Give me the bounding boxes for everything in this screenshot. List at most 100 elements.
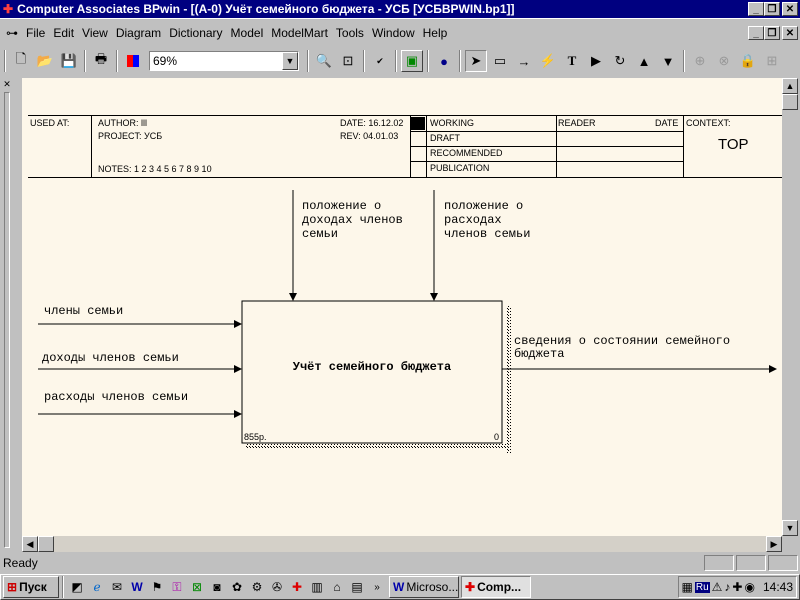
chevron-down-icon[interactable]: ▼ [282, 52, 298, 70]
scroll-right-icon[interactable]: ▶ [766, 536, 782, 552]
text-tool-icon[interactable]: T [561, 50, 583, 72]
rotate-icon[interactable]: ↻ [609, 50, 631, 72]
menu-bar: ⊶ File Edit View Diagram Dictionary Mode… [0, 22, 800, 44]
word-icon[interactable]: W [127, 577, 147, 597]
squiggle-tool-icon[interactable]: ⚡ [537, 50, 559, 72]
language-indicator[interactable]: Ru [694, 581, 710, 593]
scroll-up-icon[interactable]: ▲ [782, 78, 798, 94]
outlook-icon[interactable]: ✉ [107, 577, 127, 597]
menu-help[interactable]: Help [419, 26, 452, 40]
color-icon[interactable] [122, 50, 144, 72]
doc-minimize-button[interactable]: _ [748, 26, 764, 40]
app-icon-10[interactable]: ⚙ [247, 577, 267, 597]
menu-file[interactable]: File [22, 26, 49, 40]
access-icon[interactable]: ⚿ [167, 577, 187, 597]
open-icon[interactable]: 📂 [34, 50, 56, 72]
restore-button[interactable]: ❐ [764, 2, 780, 16]
clock: 14:43 [762, 580, 793, 594]
zoom-icon[interactable]: 🔍 [313, 50, 335, 72]
app-icon-15[interactable]: ▤ [347, 577, 367, 597]
tray-icon-5[interactable]: ◉ [744, 580, 754, 594]
document-icon[interactable]: ⊶ [6, 26, 18, 40]
app-icon-5[interactable]: ⚑ [147, 577, 167, 597]
menu-model[interactable]: Model [227, 26, 268, 40]
vertical-scroll-thumb[interactable] [782, 94, 798, 110]
activity-title: Учёт семейного бюджета [293, 359, 451, 374]
go-down-icon[interactable]: ▼ [657, 50, 679, 72]
tray-icon-1[interactable]: ▦ [682, 580, 693, 594]
window-title: Computer Associates BPwin - [(A-0) Учёт … [17, 2, 515, 16]
print-icon[interactable]: 🖶 [90, 50, 112, 72]
menu-diagram[interactable]: Diagram [112, 26, 165, 40]
box-shadow-bottom [246, 444, 511, 449]
control-1-label-line1: положение о [302, 199, 381, 213]
doc-restore-button[interactable]: ❐ [764, 26, 780, 40]
scroll-down-icon[interactable]: ▼ [782, 520, 798, 536]
minimize-button[interactable]: _ [748, 2, 764, 16]
output-label-line1: сведения о состоянии семейного [514, 334, 730, 348]
new-icon[interactable]: 🗋 [10, 50, 32, 72]
doc-close-button[interactable]: ✕ [782, 26, 798, 40]
app-icon[interactable]: ✚ [3, 2, 13, 16]
more-icon[interactable]: » [367, 577, 387, 597]
menu-dictionary[interactable]: Dictionary [165, 26, 226, 40]
bpwin-task-icon: ✚ [465, 580, 476, 594]
close-button[interactable]: ✕ [782, 2, 798, 16]
horizontal-scroll-thumb[interactable] [38, 536, 54, 552]
panel-close-icon[interactable]: ✕ [1, 78, 13, 90]
zoom-value: 69% [153, 54, 178, 68]
app-icon-8[interactable]: ◙ [207, 577, 227, 597]
tray-icon-3[interactable]: ♪ [724, 580, 730, 594]
status-pane-1 [704, 555, 734, 571]
zoom-select[interactable]: 69% ▼ [149, 51, 299, 71]
input-3-label: расходы членов семьи [44, 390, 188, 404]
scroll-corner [782, 536, 798, 552]
menu-tools[interactable]: Tools [332, 26, 368, 40]
start-button[interactable]: ⊞ Пуск [3, 576, 59, 598]
menu-edit[interactable]: Edit [49, 26, 78, 40]
diagram-canvas[interactable]: USED AT: AUTHOR: lll PROJECT: УСБ DATE: … [22, 78, 782, 536]
menu-view[interactable]: View [78, 26, 112, 40]
box-tool-icon[interactable]: ▭ [489, 50, 511, 72]
go-parent-icon[interactable]: ▲ [633, 50, 655, 72]
save-icon[interactable]: 💾 [58, 50, 80, 72]
input-arrow-3-head [234, 410, 242, 418]
system-tray: ▦ Ru ⚠ ♪ ✚ ◉ 14:43 [677, 576, 797, 598]
model-explorer-icon[interactable]: ▣ [401, 50, 423, 72]
lock-icon[interactable]: 🔒 [737, 50, 759, 72]
toolbar: 🗋 📂 💾 🖶 69% ▼ 🔍 ⊡ ✔ ▣ ● ➤ ▭ → ⚡ T ▶ ↻ ▲ … [0, 47, 800, 75]
arrow-tool-icon[interactable]: → [513, 50, 535, 72]
input-1-label: члены семьи [44, 304, 123, 318]
task-bpwin[interactable]: ✚ Comp... [461, 576, 531, 598]
mm-add-icon[interactable]: ⊕ [689, 50, 711, 72]
app-icon-14[interactable]: ⌂ [327, 577, 347, 597]
spellcheck-icon[interactable]: ✔ [369, 50, 391, 72]
task-word[interactable]: W Microso... [389, 576, 459, 598]
scroll-left-icon[interactable]: ◀ [22, 536, 38, 552]
excel-icon[interactable]: ⊠ [187, 577, 207, 597]
app-icon-13[interactable]: ▥ [307, 577, 327, 597]
idef0-diagram: Учёт семейного бюджета 855р. 0 положение… [38, 190, 777, 453]
control-arrow-2-head [430, 293, 438, 301]
taskbar: ⊞ Пуск ◩ ℯ ✉ W ⚑ ⚿ ⊠ ◙ ✿ ⚙ ✇ ✚ ▥ ⌂ ▤ » W… [0, 574, 800, 600]
tray-icon-2[interactable]: ⚠ [712, 580, 723, 594]
modelmart-icon[interactable]: ● [433, 50, 455, 72]
app-icon-9[interactable]: ✿ [227, 577, 247, 597]
title-bar: ✚ Computer Associates BPwin - [(A-0) Учё… [0, 0, 800, 18]
bpwin-icon[interactable]: ✚ [287, 577, 307, 597]
vertical-scrollbar[interactable]: ▲ ▼ [782, 78, 798, 536]
horizontal-scrollbar[interactable]: ◀ ▶ [22, 536, 782, 552]
ie-icon[interactable]: ℯ [87, 577, 107, 597]
mm-icon[interactable]: ⊞ [761, 50, 783, 72]
activity-number: 0 [494, 432, 499, 442]
go-child-icon[interactable]: ▶ [585, 50, 607, 72]
pointer-tool-icon[interactable]: ➤ [465, 50, 487, 72]
tray-icon-4[interactable]: ✚ [732, 580, 742, 594]
app-icon-11[interactable]: ✇ [267, 577, 287, 597]
desktop-icon[interactable]: ◩ [67, 577, 87, 597]
menu-window[interactable]: Window [368, 26, 419, 40]
mm-sync-icon[interactable]: ⊗ [713, 50, 735, 72]
panel-splitter[interactable] [4, 92, 10, 548]
zoom-fit-icon[interactable]: ⊡ [337, 50, 359, 72]
menu-modelmart[interactable]: ModelMart [267, 26, 332, 40]
